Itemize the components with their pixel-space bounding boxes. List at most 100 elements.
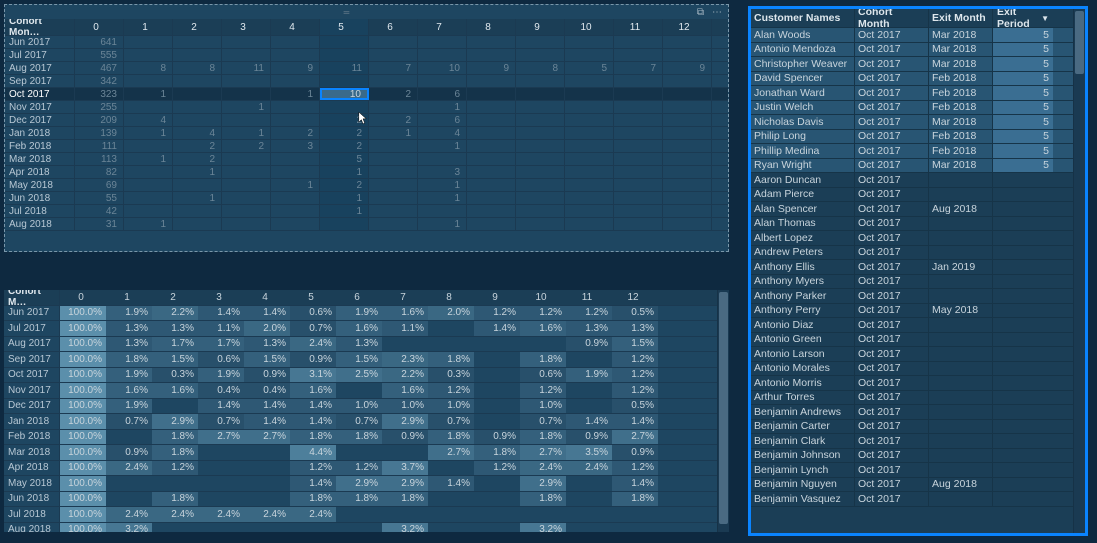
focus-mode-icon[interactable]: ⧉ (697, 7, 704, 18)
matrix-cell[interactable]: 2.9% (382, 414, 428, 429)
matrix-cell[interactable] (222, 49, 271, 61)
matrix-cell[interactable] (516, 166, 565, 178)
matrix-cell[interactable]: 1.4% (290, 399, 336, 414)
row-label[interactable]: Sep 2017 (5, 75, 75, 87)
matrix-cell[interactable]: 1 (418, 192, 467, 204)
matrix-cell[interactable] (516, 127, 565, 139)
matrix-cell[interactable]: 1.2% (336, 461, 382, 476)
matrix-cell[interactable]: 2.4% (106, 461, 152, 476)
matrix-cell[interactable] (418, 75, 467, 87)
matrix-cell[interactable] (467, 127, 516, 139)
matrix-cell[interactable]: 1.9% (106, 306, 152, 321)
matrix-cell[interactable] (614, 153, 663, 165)
matrix-cell[interactable]: 2.0% (428, 306, 474, 321)
matrix-cell[interactable]: 1 (124, 88, 173, 100)
row-label[interactable]: Jun 2017 (5, 36, 75, 48)
matrix-cell[interactable] (124, 36, 173, 48)
matrix-cell[interactable]: 1.2% (520, 383, 566, 398)
matrix-row[interactable]: Jun 201855111 (5, 192, 728, 205)
table-row[interactable]: Benjamin CarterOct 2017 (751, 420, 1073, 435)
matrix-cell[interactable]: 1.8% (428, 352, 474, 367)
matrix-cell[interactable]: 1.5% (244, 352, 290, 367)
matrix-cell[interactable]: 2.4% (290, 507, 336, 522)
matrix-cell[interactable]: 1.8% (152, 492, 198, 507)
matrix-cell[interactable] (663, 88, 712, 100)
matrix-cell[interactable] (566, 352, 612, 367)
col-header[interactable]: 3 (198, 290, 244, 305)
col-header[interactable]: 10 (565, 19, 614, 35)
corner-header[interactable]: Cohort Mon… (5, 19, 75, 35)
matrix-cell[interactable]: 0.3% (152, 368, 198, 383)
matrix-cell[interactable]: 0.3% (428, 368, 474, 383)
matrix-cell[interactable]: 31 (75, 218, 124, 230)
table-row[interactable]: Christopher WeaverOct 2017Mar 20185 (751, 57, 1073, 72)
matrix-cell[interactable] (369, 179, 418, 191)
matrix-cell[interactable]: 1.4% (290, 414, 336, 429)
matrix-cell[interactable] (516, 153, 565, 165)
matrix-cell[interactable] (566, 399, 612, 414)
matrix-cell[interactable] (467, 36, 516, 48)
matrix-cell[interactable]: 1 (418, 140, 467, 152)
matrix-cell[interactable]: 6 (418, 88, 467, 100)
matrix-cell[interactable]: 1.6% (152, 383, 198, 398)
matrix-cell[interactable]: 1.3% (566, 321, 612, 336)
matrix-cell[interactable]: 0.9% (612, 445, 658, 460)
matrix-cell[interactable]: 1 (418, 101, 467, 113)
matrix-row[interactable]: Jun 2018100.0%1.8%1.8%1.8%1.8%1.8%1.8% (4, 492, 717, 508)
table-row[interactable]: Benjamin AndrewsOct 2017 (751, 405, 1073, 420)
matrix-cell[interactable] (382, 337, 428, 352)
matrix-cell[interactable] (124, 75, 173, 87)
matrix-cell[interactable] (474, 507, 520, 522)
table-row[interactable]: Albert LopezOct 2017 (751, 231, 1073, 246)
matrix-cell[interactable]: 1.6% (336, 321, 382, 336)
matrix-cell[interactable]: 0.7% (428, 414, 474, 429)
matrix-cell[interactable] (474, 492, 520, 507)
matrix-cell[interactable]: 100.0% (60, 476, 106, 491)
col-header[interactable]: 6 (369, 19, 418, 35)
matrix-cell[interactable]: 0.4% (198, 383, 244, 398)
matrix-row[interactable]: Aug 2018100.0%3.2%3.2%3.2% (4, 523, 717, 533)
matrix-cell[interactable]: 1 (320, 192, 369, 204)
matrix-cell[interactable]: 1.8% (290, 492, 336, 507)
matrix-row[interactable]: Dec 20172094226 (5, 114, 728, 127)
row-label[interactable]: May 2018 (5, 179, 75, 191)
matrix-cell[interactable] (418, 49, 467, 61)
matrix-cell[interactable]: 100.0% (60, 306, 106, 321)
matrix-cell[interactable] (124, 166, 173, 178)
matrix-cell[interactable]: 100.0% (60, 399, 106, 414)
matrix-cell[interactable] (663, 36, 712, 48)
matrix-cell[interactable] (222, 218, 271, 230)
table-row[interactable]: Anthony MyersOct 2017 (751, 275, 1073, 290)
col-cohort-month[interactable]: Cohort Month (855, 9, 929, 27)
matrix-cell[interactable] (566, 507, 612, 522)
matrix-cell[interactable] (271, 192, 320, 204)
matrix-cell[interactable]: 467 (75, 62, 124, 74)
matrix-cell[interactable] (516, 192, 565, 204)
matrix-cell[interactable]: 113 (75, 153, 124, 165)
matrix-row[interactable]: Sep 2017100.0%1.8%1.5%0.6%1.5%0.9%1.5%2.… (4, 352, 717, 368)
table-row[interactable]: Philip LongOct 2017Feb 20185 (751, 130, 1073, 145)
matrix-cell[interactable]: 1.4% (612, 414, 658, 429)
matrix-cell[interactable] (565, 179, 614, 191)
matrix-cell[interactable]: 2 (320, 114, 369, 126)
matrix-cell[interactable]: 0.7% (520, 414, 566, 429)
matrix-cell[interactable]: 1.9% (566, 368, 612, 383)
matrix-cell[interactable]: 2.4% (290, 337, 336, 352)
matrix-cell[interactable] (516, 205, 565, 217)
table-row[interactable]: Benjamin JohnsonOct 2017 (751, 449, 1073, 464)
matrix-cell[interactable] (244, 523, 290, 533)
matrix-cell[interactable] (198, 476, 244, 491)
matrix-row[interactable]: Aug 20183111 (5, 218, 728, 231)
matrix-row[interactable]: Mar 2018100.0%0.9%1.8%4.4%2.7%1.8%2.7%3.… (4, 445, 717, 461)
col-header[interactable]: 2 (173, 19, 222, 35)
matrix-cell[interactable]: 2.4% (152, 507, 198, 522)
col-header[interactable]: 11 (566, 290, 612, 305)
matrix-cell[interactable] (614, 36, 663, 48)
matrix-cell[interactable]: 100.0% (60, 368, 106, 383)
matrix-cell[interactable]: 1.3% (106, 321, 152, 336)
matrix-cell[interactable] (474, 368, 520, 383)
matrix-cell[interactable] (614, 205, 663, 217)
matrix-cell[interactable]: 1.7% (152, 337, 198, 352)
matrix-cell[interactable]: 1.4% (244, 306, 290, 321)
matrix-cell[interactable] (565, 127, 614, 139)
